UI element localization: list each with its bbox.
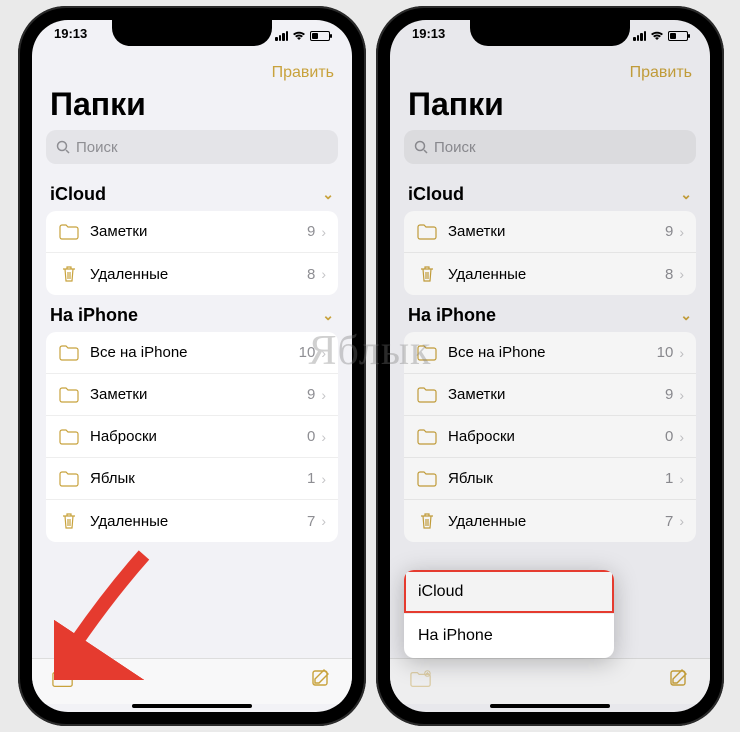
status-indicators	[275, 26, 330, 46]
screen: 19:13 Править Папки Поиск iCloud ⌄	[32, 20, 352, 712]
popup-option-oniphone[interactable]: На iPhone	[404, 614, 614, 658]
trash-icon	[58, 512, 80, 530]
folder-row[interactable]: Все на iPhone 10 ›	[46, 332, 338, 374]
folder-icon	[58, 429, 80, 445]
popup-option-icloud[interactable]: iCloud	[404, 570, 614, 614]
folder-row[interactable]: Наброски 0 ›	[46, 416, 338, 458]
section-card: Все на iPhone 10 › Заметки 9 › Наброски …	[46, 332, 338, 542]
battery-icon	[310, 31, 330, 41]
chevron-down-icon: ⌄	[322, 186, 334, 203]
chevron-right-icon: ›	[321, 345, 326, 361]
bottom-toolbar	[32, 658, 352, 704]
search-icon	[56, 140, 70, 154]
page-title: Папки	[50, 86, 146, 123]
search-input[interactable]: Поиск	[46, 130, 338, 164]
compose-button[interactable]	[310, 668, 332, 695]
chevron-right-icon: ›	[321, 266, 326, 282]
folder-row[interactable]: Удаленные 8 ›	[46, 253, 338, 295]
folder-icon	[58, 345, 80, 361]
trash-icon	[58, 265, 80, 283]
folder-row[interactable]: Заметки 9 ›	[46, 211, 338, 253]
new-folder-button[interactable]	[52, 668, 74, 695]
location-popup: iCloud На iPhone	[404, 570, 614, 658]
section-header-oniphone[interactable]: На iPhone ⌄	[32, 295, 352, 332]
home-indicator[interactable]	[490, 704, 610, 708]
search-placeholder: Поиск	[76, 139, 118, 156]
edit-button[interactable]: Править	[272, 64, 334, 81]
folder-row[interactable]: Яблык 1 ›	[46, 458, 338, 500]
phone-frame-left: 19:13 Править Папки Поиск iCloud ⌄	[18, 6, 366, 726]
chevron-right-icon: ›	[321, 471, 326, 487]
chevron-right-icon: ›	[321, 387, 326, 403]
section-header-icloud[interactable]: iCloud ⌄	[32, 174, 352, 211]
wifi-icon	[292, 29, 306, 44]
folder-icon	[58, 224, 80, 240]
chevron-right-icon: ›	[321, 429, 326, 445]
folder-row[interactable]: Удаленные 7 ›	[46, 500, 338, 542]
chevron-right-icon: ›	[321, 513, 326, 529]
folder-icon	[58, 471, 80, 487]
nav-bar: Править	[32, 56, 352, 86]
status-time: 19:13	[54, 26, 87, 46]
screen: 19:13 Править Папки Поиск iCloud ⌄	[390, 20, 710, 712]
chevron-down-icon: ⌄	[322, 307, 334, 324]
folder-icon	[58, 387, 80, 403]
notch	[112, 20, 272, 46]
chevron-right-icon: ›	[321, 224, 326, 240]
folder-row[interactable]: Заметки 9 ›	[46, 374, 338, 416]
phone-frame-right: 19:13 Править Папки Поиск iCloud ⌄	[376, 6, 724, 726]
section-card: Заметки 9 › Удаленные 8 ›	[46, 211, 338, 295]
home-indicator[interactable]	[132, 704, 252, 708]
folder-list: iCloud ⌄ Заметки 9 › Удаленные 8 ›	[32, 174, 352, 658]
signal-icon	[275, 31, 288, 41]
